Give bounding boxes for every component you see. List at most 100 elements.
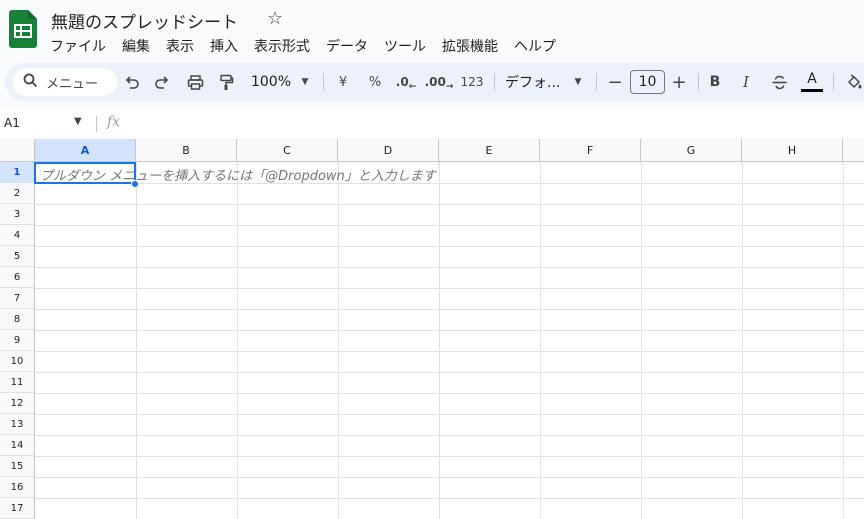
grid-line (35, 393, 864, 394)
chevron-down-icon[interactable]: ▼ (298, 63, 312, 101)
top-bar: 無題のスプレッドシート ☆ ファイル 編集 表示 挿入 表示形式 データ ツール… (0, 0, 864, 62)
grid-line (35, 498, 864, 499)
grid-line (136, 162, 137, 519)
column-header-e[interactable]: E (439, 139, 540, 162)
font-select[interactable]: デフォ... (505, 63, 565, 101)
row-header-1[interactable]: 1 (0, 162, 35, 183)
row-header-14[interactable]: 14 (0, 435, 35, 456)
column-header-c[interactable]: C (237, 139, 338, 162)
chevron-down-icon[interactable]: ▼ (571, 63, 585, 101)
grid-line (35, 477, 864, 478)
grid-line (439, 162, 440, 519)
row-header-13[interactable]: 13 (0, 414, 35, 435)
undo-icon[interactable] (121, 63, 143, 101)
column-header-partial[interactable] (843, 139, 864, 162)
toolbar-divider (596, 73, 597, 91)
toolbar-divider (494, 73, 495, 91)
row-header-16[interactable]: 16 (0, 477, 35, 498)
text-color-button[interactable]: A (800, 63, 824, 101)
name-box[interactable]: A1 (4, 116, 20, 130)
toolbar-divider (698, 73, 699, 91)
spreadsheet-grid[interactable]: A B C D E F G H 1 2 3 4 5 6 7 8 9 10 11 … (0, 139, 864, 519)
row-header-7[interactable]: 7 (0, 288, 35, 309)
grid-line (540, 162, 541, 519)
currency-button[interactable]: ¥ (332, 63, 354, 101)
column-header-d[interactable]: D (338, 139, 439, 162)
row-header-6[interactable]: 6 (0, 267, 35, 288)
font-size-input[interactable]: 10 (630, 70, 665, 94)
decrease-font-size-button[interactable]: − (605, 63, 625, 101)
row-header-17[interactable]: 17 (0, 498, 35, 519)
row-header-4[interactable]: 4 (0, 225, 35, 246)
row-header-15[interactable]: 15 (0, 456, 35, 477)
print-icon[interactable] (184, 63, 206, 101)
search-menus-button[interactable]: メニュー (13, 68, 117, 96)
grid-line (35, 267, 864, 268)
search-icon (23, 73, 38, 92)
grid-line (35, 288, 864, 289)
column-header-f[interactable]: F (540, 139, 641, 162)
number-format-button[interactable]: 123 (459, 63, 485, 101)
menu-help[interactable]: ヘルプ (506, 35, 564, 57)
redo-icon[interactable] (151, 63, 173, 101)
menu-tools[interactable]: ツール (376, 35, 434, 57)
document-title[interactable]: 無題のスプレッドシート (51, 8, 238, 33)
italic-button[interactable]: I (736, 63, 756, 101)
row-header-8[interactable]: 8 (0, 309, 35, 330)
menu-data[interactable]: データ (318, 35, 376, 57)
arrow-left-icon: ← (408, 82, 417, 92)
menu-file[interactable]: ファイル (42, 35, 114, 57)
grid-line (35, 204, 864, 205)
cell-hint-text: プルダウン メニューを挿入するには「@Dropdown」と入力します (40, 169, 436, 184)
column-header-g[interactable]: G (641, 139, 742, 162)
select-all-corner[interactable] (0, 139, 35, 162)
zoom-select[interactable]: 100% (249, 63, 293, 101)
row-header-11[interactable]: 11 (0, 372, 35, 393)
fill-color-icon[interactable] (843, 63, 864, 101)
formula-divider (96, 116, 97, 132)
menu-view[interactable]: 表示 (158, 35, 202, 57)
arrow-right-icon: → (445, 82, 454, 92)
grid-line (338, 162, 339, 519)
decrease-decimal-label: .0 (395, 75, 409, 89)
text-color-label: A (807, 71, 817, 87)
menu-bar: ファイル 編集 表示 挿入 表示形式 データ ツール 拡張機能 ヘルプ (42, 35, 564, 57)
increase-decimal-label: .00 (424, 75, 446, 89)
paint-format-icon[interactable] (215, 63, 237, 101)
grid-line (35, 372, 864, 373)
row-header-9[interactable]: 9 (0, 330, 35, 351)
grid-line (35, 309, 864, 310)
percent-button[interactable]: % (364, 63, 386, 101)
menu-insert[interactable]: 挿入 (202, 35, 246, 57)
toolbar-divider (323, 73, 324, 91)
row-header-2[interactable]: 2 (0, 183, 35, 204)
column-header-b[interactable]: B (136, 139, 237, 162)
grid-line (237, 162, 238, 519)
row-header-5[interactable]: 5 (0, 246, 35, 267)
grid-line (35, 435, 864, 436)
formula-bar: A1 ▼ fx (0, 110, 864, 138)
row-header-3[interactable]: 3 (0, 204, 35, 225)
menu-format[interactable]: 表示形式 (246, 35, 318, 57)
chevron-down-icon[interactable]: ▼ (74, 116, 82, 127)
menu-edit[interactable]: 編集 (114, 35, 158, 57)
increase-font-size-button[interactable]: + (669, 63, 689, 101)
strikethrough-icon[interactable] (768, 63, 790, 101)
column-header-h[interactable]: H (742, 139, 843, 162)
star-icon[interactable]: ☆ (267, 8, 283, 29)
fx-icon: fx (107, 114, 121, 130)
menu-extensions[interactable]: 拡張機能 (434, 35, 506, 57)
grid-line (35, 414, 864, 415)
column-header-a[interactable]: A (35, 139, 136, 162)
decrease-decimal-button[interactable]: .0 ← (394, 63, 418, 101)
increase-decimal-button[interactable]: .00 → (424, 63, 454, 101)
grid-line (35, 456, 864, 457)
row-header-12[interactable]: 12 (0, 393, 35, 414)
row-header-10[interactable]: 10 (0, 351, 35, 372)
grid-line (641, 162, 642, 519)
toolbar-divider (833, 73, 834, 91)
toolbar: メニュー 100% ▼ ¥ % .0 ← .00 → 123 デフォ... ▼ … (5, 63, 864, 101)
text-color-swatch (801, 89, 823, 92)
sheets-logo-icon[interactable] (9, 10, 37, 48)
bold-button[interactable]: B (705, 63, 725, 101)
